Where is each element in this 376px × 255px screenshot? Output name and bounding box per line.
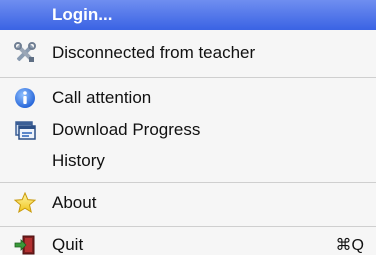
menu-item-label: Call attention (52, 88, 152, 107)
menu-item-label: Quit (52, 235, 84, 254)
info-icon (14, 87, 36, 109)
menu-item-history[interactable]: History (0, 145, 376, 177)
tools-icon (14, 42, 36, 64)
menu-item-label: About (52, 193, 97, 212)
menu-item-label: Disconnected from teacher (52, 43, 256, 62)
menu-separator (0, 226, 376, 227)
menu-separator (0, 182, 376, 183)
menu-item-disconnected-from-teacher[interactable]: Disconnected from teacher (0, 37, 376, 69)
menu-separator (0, 77, 376, 78)
menu-item-login[interactable]: Login... (0, 0, 376, 30)
menu-item-about[interactable]: About (0, 187, 376, 219)
menu-item-quit[interactable]: Quit ⌘Q (0, 229, 376, 255)
menu-item-label: History (52, 151, 105, 170)
status-bar-menu: Login... Disconnected from teacher Call … (0, 0, 376, 255)
menu-item-label: Download Progress (52, 120, 201, 139)
keyboard-shortcut: ⌘Q (335, 237, 364, 254)
menu-item-call-attention[interactable]: Call attention (0, 82, 376, 114)
menu-item-download-progress[interactable]: Download Progress (0, 114, 376, 146)
menu-item-label: Login... (52, 5, 113, 24)
download-window-icon (14, 119, 36, 141)
exit-door-icon (14, 234, 36, 255)
star-icon (14, 192, 36, 214)
